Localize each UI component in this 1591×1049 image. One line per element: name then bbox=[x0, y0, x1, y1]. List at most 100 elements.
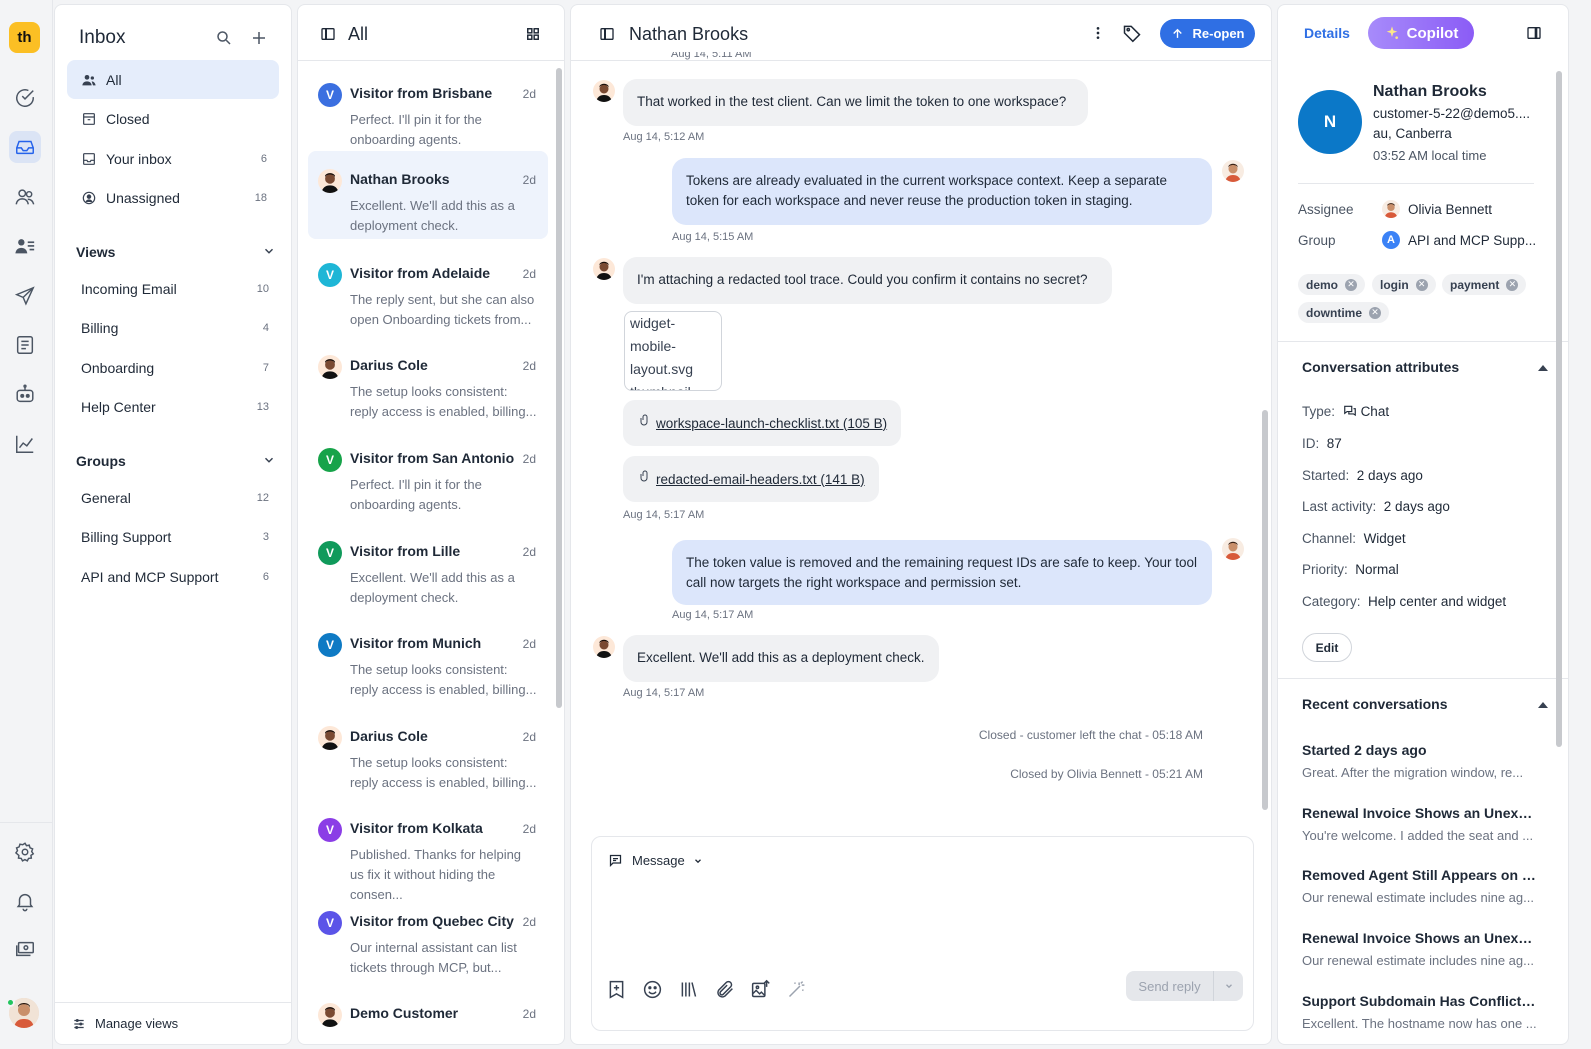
conversation-avatar: V bbox=[318, 633, 342, 657]
recent-conversation-item[interactable]: Support Subdomain Has Conflictin... Excel… bbox=[1302, 993, 1537, 1031]
conversation-item[interactable]: V Visitor from Lille 2d Excellent. We'll ad… bbox=[308, 523, 548, 611]
group-billing-support[interactable]: Billing Support 3 bbox=[81, 517, 279, 556]
conversation-item[interactable]: V Visitor from Kolkata 2d Published. Thanks… bbox=[308, 800, 548, 902]
conversation-item[interactable]: V Visitor from Quebec City 2d Our internal … bbox=[308, 893, 548, 981]
sidebar-toggle-icon[interactable] bbox=[599, 26, 615, 42]
emoji-icon[interactable] bbox=[642, 979, 663, 1000]
chevron-down-icon[interactable] bbox=[262, 453, 276, 467]
nav-closed[interactable]: Closed bbox=[67, 99, 279, 138]
nav-all[interactable]: All bbox=[67, 60, 279, 99]
view-incoming-email[interactable]: Incoming Email 10 bbox=[81, 269, 279, 308]
contacts-icon[interactable] bbox=[9, 230, 41, 262]
conversation-item[interactable]: V Visitor from Brisbane 2d Perfect. I'll pi… bbox=[308, 65, 548, 153]
view-help-center[interactable]: Help Center 13 bbox=[81, 387, 279, 426]
message-bubble: The token value is removed and the remai… bbox=[672, 540, 1212, 605]
recent-conversation-item[interactable]: Renewal Invoice Shows an Unexpe... You're… bbox=[1302, 805, 1537, 843]
recent-conversation-item[interactable]: Started 2 days ago Great. After the migra… bbox=[1302, 742, 1537, 780]
tag-label: demo bbox=[1306, 277, 1339, 292]
view-onboarding[interactable]: Onboarding 7 bbox=[81, 348, 279, 387]
remove-tag-icon[interactable]: ✕ bbox=[1506, 278, 1519, 291]
reply-composer[interactable]: Message Send reply bbox=[591, 836, 1254, 1031]
remove-tag-icon[interactable]: ✕ bbox=[1369, 306, 1381, 319]
edit-attributes-button[interactable]: Edit bbox=[1302, 633, 1352, 662]
chevron-down-icon[interactable] bbox=[262, 244, 276, 258]
conversation-item[interactable]: Demo Customer 2d bbox=[308, 985, 548, 1044]
more-vertical-icon[interactable] bbox=[1090, 23, 1106, 43]
views-section-header[interactable]: Views bbox=[76, 244, 276, 260]
conversation-item[interactable]: Darius Cole 2d The setup looks consistent:… bbox=[308, 337, 548, 425]
nav-unassigned[interactable]: Unassigned 18 bbox=[67, 178, 279, 217]
search-icon[interactable] bbox=[215, 29, 233, 47]
remove-tag-icon[interactable]: ✕ bbox=[1415, 278, 1428, 291]
article-icon[interactable] bbox=[9, 329, 41, 361]
tag-icon[interactable] bbox=[1122, 23, 1142, 43]
message-timestamp: Aug 14, 5:17 AM bbox=[623, 509, 705, 521]
view-billing[interactable]: Billing 4 bbox=[81, 308, 279, 347]
recent-conversation-item[interactable]: Removed Agent Still Appears on B... Our r… bbox=[1302, 867, 1537, 905]
nav-your-inbox-count: 6 bbox=[260, 152, 267, 165]
send-options-dropdown[interactable] bbox=[1213, 971, 1243, 1001]
plus-icon[interactable] bbox=[250, 29, 268, 47]
conversation-item[interactable]: Nathan Brooks 2d Excellent. We'll add this… bbox=[308, 151, 548, 239]
app-logo[interactable]: th bbox=[9, 22, 40, 53]
recent-conversations-header[interactable]: Recent conversations bbox=[1302, 696, 1448, 712]
assignee-field[interactable]: Olivia Bennett bbox=[1382, 200, 1492, 218]
check-circle-icon[interactable] bbox=[9, 82, 41, 114]
group-api-mcp-support[interactable]: API and MCP Support 6 bbox=[81, 557, 279, 596]
inbox-icon[interactable] bbox=[9, 131, 41, 163]
collapse-icon[interactable] bbox=[1538, 365, 1548, 371]
conversation-preview: Excellent. We'll add this as a deploymen… bbox=[350, 198, 515, 233]
conversation-avatar: V bbox=[318, 818, 342, 842]
billing-icon[interactable] bbox=[9, 933, 41, 965]
bot-icon[interactable] bbox=[9, 378, 41, 410]
image-thumbnail[interactable]: widget-mobile-layout.svg thumbnail bbox=[624, 311, 722, 391]
conversation-attributes-header[interactable]: Conversation attributes bbox=[1302, 359, 1459, 375]
reopen-button[interactable]: Re-open bbox=[1160, 19, 1255, 48]
group-field[interactable]: A API and MCP Supp... bbox=[1382, 231, 1536, 249]
chart-icon[interactable] bbox=[9, 428, 41, 460]
attr-value: Help center and widget bbox=[1368, 594, 1507, 609]
groups-section-header[interactable]: Groups bbox=[76, 453, 276, 469]
bookmark-plus-icon[interactable] bbox=[606, 979, 627, 1000]
nav-your-inbox[interactable]: Your inbox 6 bbox=[67, 139, 279, 178]
tab-details[interactable]: Details bbox=[1304, 25, 1350, 41]
conversation-item[interactable]: V Visitor from Adelaide 2d The reply sent, … bbox=[308, 245, 548, 333]
send-reply-button[interactable]: Send reply bbox=[1126, 971, 1243, 1001]
manage-views-button[interactable]: Manage views bbox=[55, 1002, 291, 1044]
tag-chip[interactable]: downtime ✕ bbox=[1298, 302, 1389, 323]
sidebar-toggle-icon[interactable] bbox=[320, 26, 336, 42]
attachment-chip[interactable]: workspace-launch-checklist.txt (105 B) bbox=[623, 400, 902, 446]
tag-chip[interactable]: demo ✕ bbox=[1298, 274, 1366, 295]
attachment-link[interactable]: workspace-launch-checklist.txt (105 B) bbox=[656, 416, 887, 431]
users-icon[interactable] bbox=[9, 181, 41, 213]
library-icon[interactable] bbox=[678, 979, 699, 1000]
composer-mode-selector[interactable]: Message bbox=[608, 853, 703, 868]
conversation-list-scrollbar[interactable] bbox=[556, 68, 562, 708]
bell-icon[interactable] bbox=[9, 885, 41, 917]
panel-toggle-icon[interactable] bbox=[1526, 25, 1542, 41]
conversation-preview: Our internal assistant can list tickets … bbox=[350, 940, 517, 975]
attachment-link[interactable]: redacted-email-headers.txt (141 B) bbox=[656, 472, 865, 487]
image-upload-icon[interactable] bbox=[750, 979, 771, 1000]
chat-scrollbar[interactable] bbox=[1262, 410, 1268, 810]
details-scrollbar[interactable] bbox=[1556, 71, 1562, 747]
conversation-item[interactable]: V Visitor from Munich 2d The setup looks co… bbox=[308, 615, 548, 703]
paperclip-icon[interactable] bbox=[714, 979, 735, 1000]
send-icon[interactable] bbox=[9, 280, 41, 312]
layout-grid-icon[interactable] bbox=[526, 27, 540, 41]
collapse-icon[interactable] bbox=[1538, 702, 1548, 708]
magic-wand-icon[interactable] bbox=[786, 979, 807, 1000]
customer-email[interactable]: customer-5-22@demo5.... bbox=[1373, 106, 1543, 121]
settings-icon[interactable] bbox=[9, 836, 41, 868]
attachment-chip[interactable]: redacted-email-headers.txt (141 B) bbox=[623, 456, 879, 502]
view-label: Help Center bbox=[81, 398, 156, 415]
conversation-item[interactable]: Darius Cole 2d The setup looks consistent:… bbox=[308, 708, 548, 796]
remove-tag-icon[interactable]: ✕ bbox=[1345, 278, 1358, 291]
tag-chip[interactable]: payment ✕ bbox=[1442, 274, 1527, 295]
recent-conversation-item[interactable]: Renewal Invoice Shows an Unexpe... Our re… bbox=[1302, 930, 1537, 968]
tab-copilot[interactable]: Copilot bbox=[1368, 17, 1474, 49]
tag-chip[interactable]: login ✕ bbox=[1372, 274, 1436, 295]
conversation-item[interactable]: V Visitor from San Antonio 2d Perfect. I'll… bbox=[308, 430, 548, 518]
customer-local-time: 03:52 AM local time bbox=[1373, 148, 1487, 163]
group-general[interactable]: General 12 bbox=[81, 478, 279, 517]
